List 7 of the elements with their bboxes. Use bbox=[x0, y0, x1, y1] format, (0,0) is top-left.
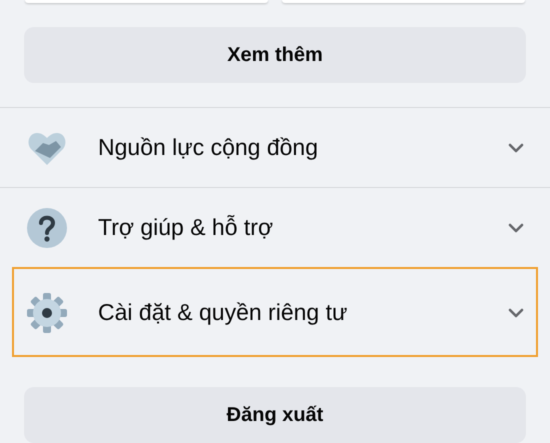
menu-section[interactable]: Nguồn lực cộng đồng bbox=[0, 107, 550, 187]
logout-button[interactable]: Đăng xuất bbox=[24, 387, 526, 443]
see-more-button[interactable]: Xem thêm bbox=[24, 27, 526, 83]
menu-section[interactable]: Cài đặt & quyền riêng tư bbox=[12, 267, 538, 357]
help-icon bbox=[26, 206, 68, 248]
menu-section[interactable]: Trợ giúp & hỗ trợ bbox=[0, 187, 550, 267]
settings-icon bbox=[26, 292, 68, 334]
